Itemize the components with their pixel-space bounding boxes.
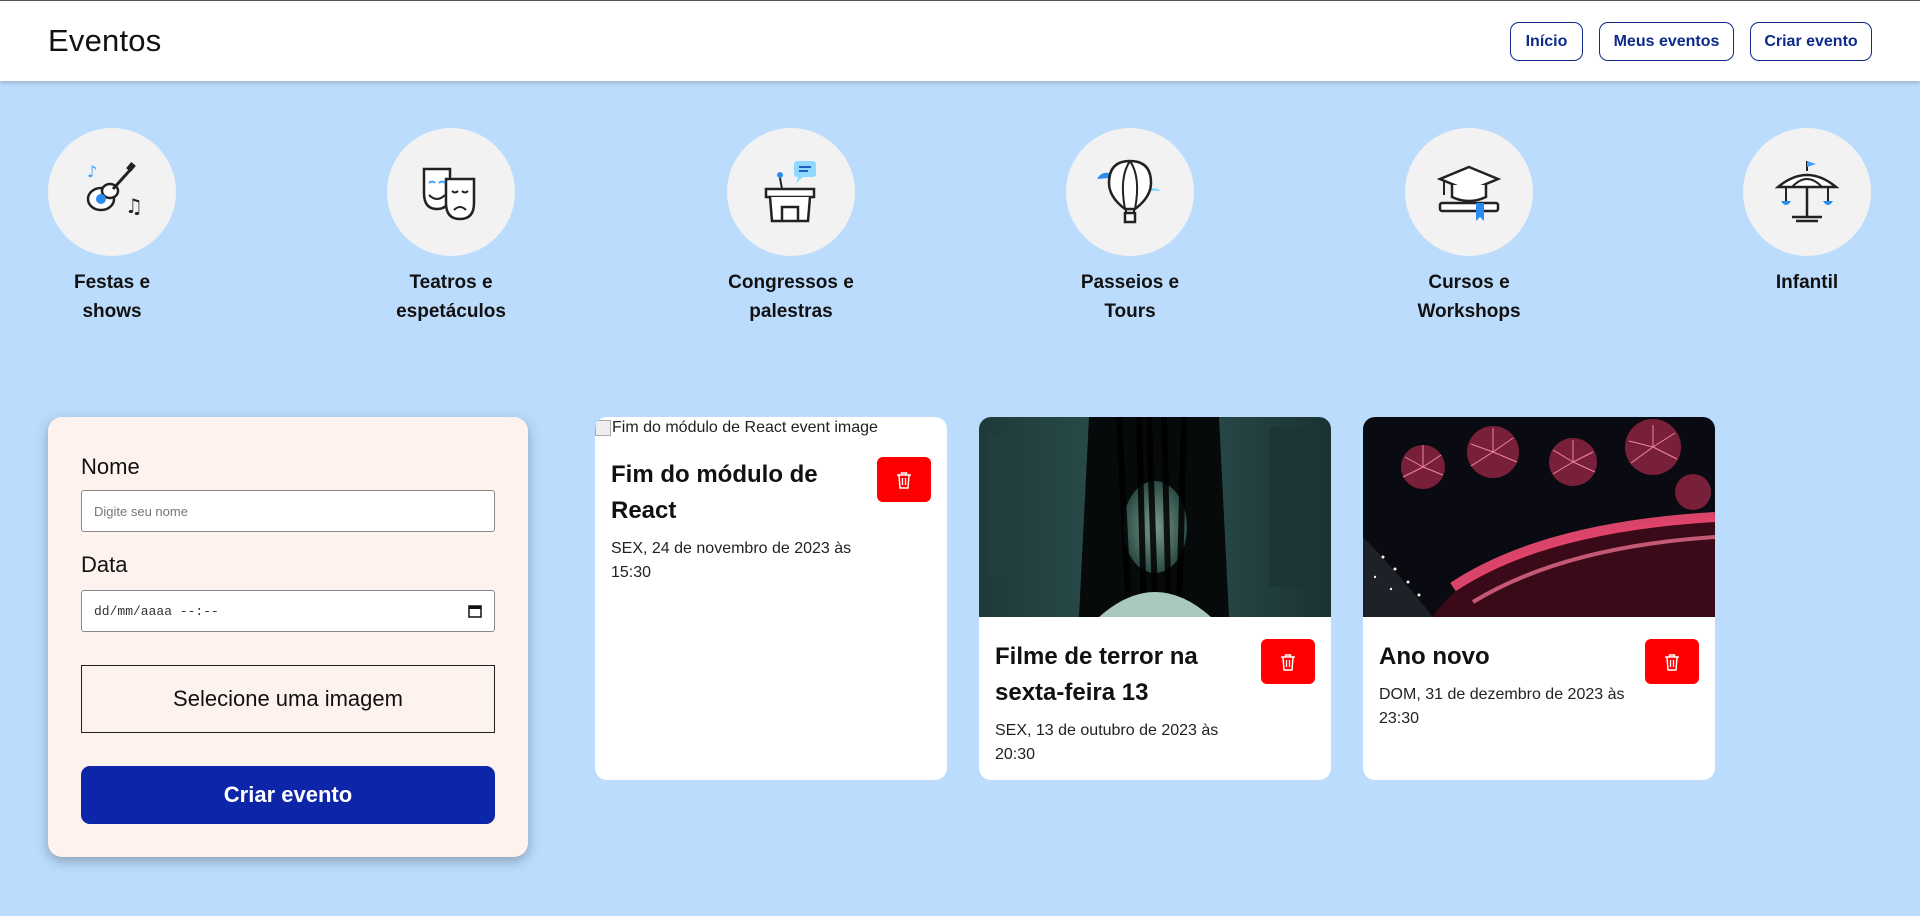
- category-congress[interactable]: Congressos e palestras: [711, 128, 871, 326]
- select-image-button[interactable]: Selecione uma imagem: [81, 665, 495, 733]
- event-card: Fim do módulo de React event image Fim d…: [595, 417, 947, 780]
- theater-masks-icon: [422, 167, 476, 221]
- event-title: Ano novo: [1379, 643, 1490, 670]
- category-icon-circle[interactable]: [1405, 128, 1533, 256]
- delete-event-button[interactable]: [1261, 639, 1315, 684]
- category-icon-circle[interactable]: ♪ ♫: [48, 128, 176, 256]
- event-image: [979, 417, 1331, 617]
- date-input[interactable]: dd/mm/aaaa --:--: [81, 590, 495, 632]
- trash-icon: [1665, 653, 1679, 671]
- broken-image-icon: [595, 420, 611, 436]
- site-logo[interactable]: Eventos: [48, 23, 161, 59]
- trash-icon: [897, 471, 911, 489]
- category-label: Congressos e palestras: [728, 272, 854, 322]
- date-label: Data: [81, 552, 128, 577]
- event-image-alt-text: Fim do módulo de React event image: [612, 419, 878, 436]
- name-input[interactable]: Digite seu nome: [81, 490, 495, 532]
- guitar-icon: ♪ ♫: [86, 162, 143, 218]
- category-tours[interactable]: Passeios e Tours: [1050, 128, 1210, 326]
- category-label: Passeios e Tours: [1080, 272, 1180, 322]
- category-theater[interactable]: Teatros e espetáculos: [371, 128, 531, 326]
- category-label: Cursos e Workshops: [1417, 272, 1521, 322]
- event-date: SEX, 13 de outubro de 2023 às 20:30: [995, 722, 1219, 763]
- nav-my-events-button[interactable]: Meus eventos: [1599, 22, 1734, 61]
- category-kids[interactable]: Infantil: [1727, 128, 1887, 297]
- event-card: Ano novo DOM, 31 de dezembro de 2023 às …: [1363, 417, 1715, 780]
- delete-event-button[interactable]: [1645, 639, 1699, 684]
- category-label: Infantil: [1775, 272, 1839, 293]
- category-icon-circle[interactable]: [1743, 128, 1871, 256]
- category-icon-circle[interactable]: [387, 128, 515, 256]
- trash-icon: [1281, 653, 1295, 671]
- category-label: Festas e shows: [73, 272, 151, 322]
- graduation-cap-icon: [1436, 165, 1502, 221]
- event-date: DOM, 31 de dezembro de 2023 às 23:30: [1379, 686, 1625, 727]
- podium-icon: [764, 161, 816, 223]
- nav-create-event-button[interactable]: Criar evento: [1750, 22, 1872, 61]
- create-event-submit-button[interactable]: Criar evento: [81, 766, 495, 824]
- category-label: Teatros e espetáculos: [396, 272, 506, 322]
- delete-event-button[interactable]: [877, 457, 931, 502]
- top-navbar: Eventos Início Meus eventos Criar evento: [0, 0, 1920, 81]
- category-parties-shows[interactable]: ♪ ♫ Festas e shows: [32, 128, 192, 326]
- svg-text:♫: ♫: [125, 194, 143, 218]
- hot-air-balloon-icon: [1097, 159, 1161, 224]
- event-title: Filme de terror na sexta-feira 13: [995, 643, 1198, 706]
- category-courses[interactable]: Cursos e Workshops: [1389, 128, 1549, 326]
- category-icon-circle[interactable]: [1066, 128, 1194, 256]
- event-image-broken: Fim do módulo de React event image: [595, 419, 878, 437]
- category-icon-circle[interactable]: [727, 128, 855, 256]
- carousel-icon: [1774, 161, 1840, 223]
- name-label: Nome: [81, 454, 140, 479]
- nav-home-button[interactable]: Início: [1510, 22, 1583, 61]
- date-input-placeholder: dd/mm/aaaa --:--: [94, 603, 219, 619]
- event-image: [1363, 417, 1715, 617]
- calendar-icon[interactable]: [468, 604, 482, 618]
- create-event-form: Nome Digite seu nome Data dd/mm/aaaa --:…: [48, 417, 528, 857]
- svg-text:♪: ♪: [87, 162, 97, 181]
- event-date: SEX, 24 de novembro de 2023 às 15:30: [611, 540, 852, 581]
- event-card: Filme de terror na sexta-feira 13 SEX, 1…: [979, 417, 1331, 780]
- name-input-placeholder: Digite seu nome: [94, 503, 188, 519]
- event-title: Fim do módulo de React: [611, 461, 818, 524]
